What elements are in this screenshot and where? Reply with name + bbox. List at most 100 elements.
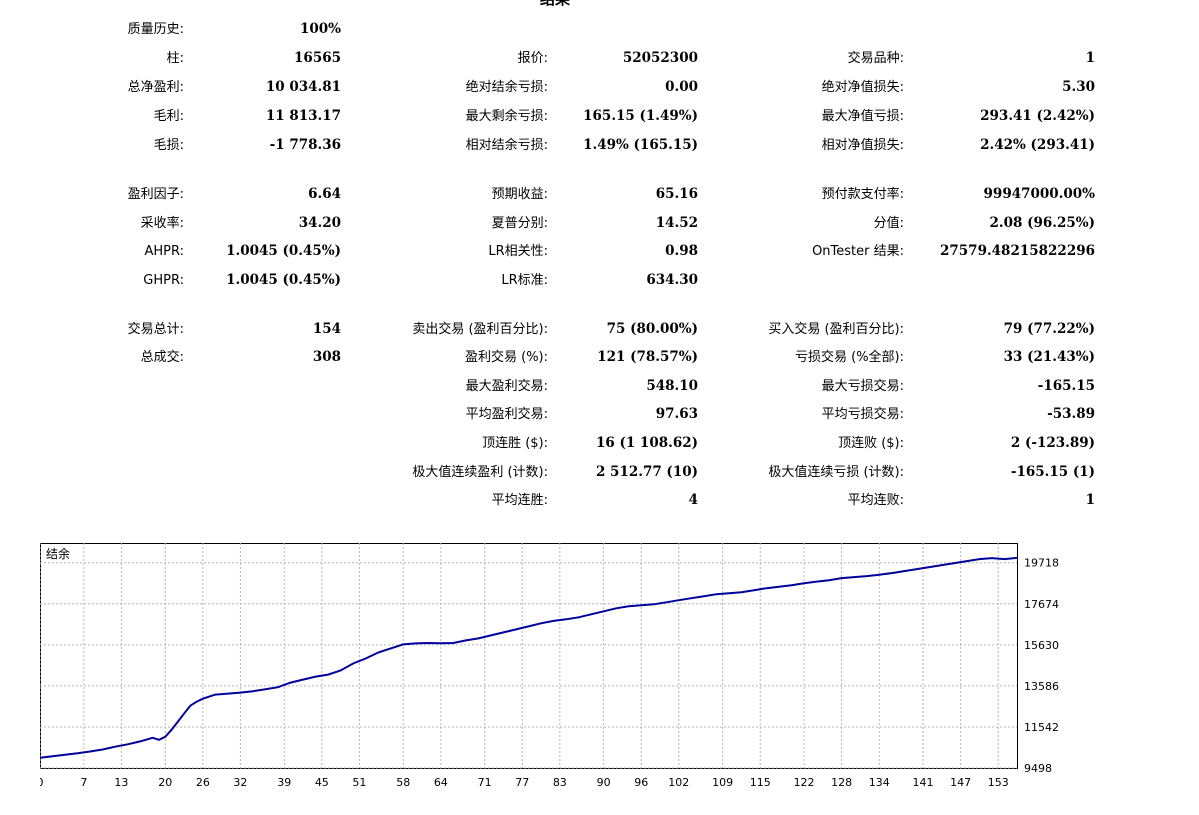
stat-value: -165.15	[1037, 378, 1095, 394]
stat-value: 79 (77.22%)	[1003, 321, 1095, 337]
x-tick-label: 77	[515, 776, 529, 789]
stat-label: 交易品种:	[847, 51, 904, 66]
x-tick-label: 51	[352, 776, 366, 789]
stat-label: 相对结余亏损:	[465, 138, 548, 153]
y-axis-ticks: 9498 11542 13586 15630 17674 19718	[1024, 557, 1059, 775]
stat-label: OnTester 结果:	[812, 244, 904, 259]
x-tick-label: 0	[40, 776, 44, 789]
stat-value: 100%	[299, 21, 341, 37]
stat-value: 99947000.00%	[983, 186, 1095, 202]
x-tick-label: 153	[988, 776, 1009, 789]
stat-label: 买入交易 (盈利百分比):	[768, 322, 904, 337]
x-tick-label: 83	[553, 776, 567, 789]
stat-value: -53.89	[1047, 406, 1095, 422]
stat-value: 34.20	[298, 215, 341, 231]
stat-label: 盈利因子:	[127, 187, 184, 202]
x-tick-label: 96	[634, 776, 648, 789]
x-tick-label: 13	[114, 776, 128, 789]
x-tick-label: 39	[277, 776, 291, 789]
stat-label: 毛损:	[153, 138, 184, 153]
stat-value: 154	[312, 321, 341, 337]
stat-label: LR标准:	[501, 273, 548, 288]
stat-label: 顶连败 ($):	[838, 436, 904, 451]
y-tick-label: 11542	[1024, 721, 1059, 734]
stat-label: 总净盈利:	[127, 80, 184, 95]
stat-value: 2.08 (96.25%)	[989, 215, 1095, 231]
y-tick-label: 17674	[1024, 598, 1059, 611]
stat-label: 总成交:	[140, 350, 184, 365]
balance-chart: 结余 9498 11542 13586 15630 17674 19718 0 7 13 20 2…	[37, 543, 1170, 811]
stat-value: 293.41 (2.42%)	[980, 108, 1095, 124]
x-tick-label: 26	[196, 776, 210, 789]
stat-label: 交易总计:	[127, 322, 184, 337]
x-tick-label: 102	[668, 776, 689, 789]
y-tick-label: 15630	[1024, 639, 1059, 652]
x-tick-label: 20	[158, 776, 172, 789]
stat-value: 4	[688, 492, 698, 508]
stat-value: 1.0045 (0.45%)	[226, 243, 341, 259]
stat-value: 2 512.77 (10)	[595, 464, 698, 480]
stat-label: 柱:	[166, 51, 184, 66]
stat-value: -1 778.36	[269, 137, 341, 153]
stat-label: 平均亏损交易:	[821, 407, 904, 422]
stat-value: 1.0045 (0.45%)	[226, 272, 341, 288]
stat-label: 平均盈利交易:	[465, 407, 548, 422]
stat-label: 夏普分别:	[491, 216, 548, 231]
stat-value: 0.98	[665, 243, 698, 259]
stat-value: 6.64	[308, 186, 341, 202]
stat-label: 分值:	[873, 216, 904, 231]
y-tick-label: 13586	[1024, 680, 1059, 693]
stat-label: 极大值连续盈利 (计数):	[412, 465, 548, 480]
x-tick-label: 141	[913, 776, 934, 789]
x-tick-label: 32	[233, 776, 247, 789]
x-tick-label: 7	[80, 776, 87, 789]
stat-label: 卖出交易 (盈利百分比):	[412, 322, 548, 337]
stat-value: 97.63	[655, 406, 698, 422]
x-tick-label: 58	[396, 776, 410, 789]
stat-value: 165.15 (1.49%)	[583, 108, 698, 124]
stat-label: 报价:	[517, 51, 548, 66]
stat-value: 16565	[294, 50, 341, 66]
stat-value: 548.10	[646, 378, 698, 394]
stat-label: 平均连败:	[847, 493, 904, 508]
stat-label: 最大净值亏损:	[821, 109, 904, 124]
stat-value: 1	[1085, 492, 1095, 508]
stat-label: 毛利:	[153, 109, 184, 124]
x-tick-label: 90	[597, 776, 611, 789]
x-tick-label: 122	[794, 776, 815, 789]
x-tick-label: 115	[750, 776, 771, 789]
stat-label: 最大剩余亏损:	[465, 109, 548, 124]
stat-label: AHPR:	[144, 244, 184, 259]
x-tick-label: 134	[869, 776, 890, 789]
plot-frame	[40, 543, 1018, 769]
stat-value: 121 (78.57%)	[597, 349, 698, 365]
x-tick-label: 147	[950, 776, 971, 789]
stat-value: 11 813.17	[265, 108, 341, 124]
stat-value: 1	[1085, 50, 1095, 66]
stat-value: 308	[312, 349, 341, 365]
x-axis-ticks: 0 7 13 20 26 32 39 45 51 58 64 71 77 83 90 96 102 109 115 1…	[37, 776, 1009, 789]
x-tick-label: 64	[434, 776, 448, 789]
balance-chart-svg: 结余 9498 11542 13586 15630 17674 19718 0 7 13 20 2…	[37, 543, 1059, 789]
stat-label: 相对净值损失:	[821, 138, 904, 153]
stat-value: 1.49% (165.15)	[583, 137, 698, 153]
stat-value: 2.42% (293.41)	[980, 137, 1095, 153]
stat-value: 0.00	[665, 79, 698, 95]
x-tick-label: 128	[831, 776, 852, 789]
stat-label: 最大盈利交易:	[465, 379, 548, 394]
y-tick-label: 19718	[1024, 557, 1059, 570]
stat-label: 顶连胜 ($):	[482, 436, 548, 451]
stat-value: -165.15 (1)	[1010, 464, 1095, 480]
stat-label: 平均连胜:	[491, 493, 548, 508]
stat-value: 33 (21.43%)	[1003, 349, 1095, 365]
stat-value: 5.30	[1062, 79, 1095, 95]
stat-value: 65.16	[655, 186, 698, 202]
x-tick-label: 109	[712, 776, 733, 789]
stat-label: 预付款支付率:	[821, 187, 904, 202]
stat-label: 极大值连续亏损 (计数):	[768, 465, 904, 480]
stat-value: 14.52	[655, 215, 698, 231]
stats-table: 质量历史: 100% 柱: 16565 报价: 52052300 交易品种: 1 总净盈利: 10…	[0, 0, 1199, 520]
chart-title: 结余	[46, 546, 70, 561]
stat-label: 亏损交易 (%全部):	[794, 350, 904, 365]
y-tick-label: 9498	[1024, 762, 1052, 775]
